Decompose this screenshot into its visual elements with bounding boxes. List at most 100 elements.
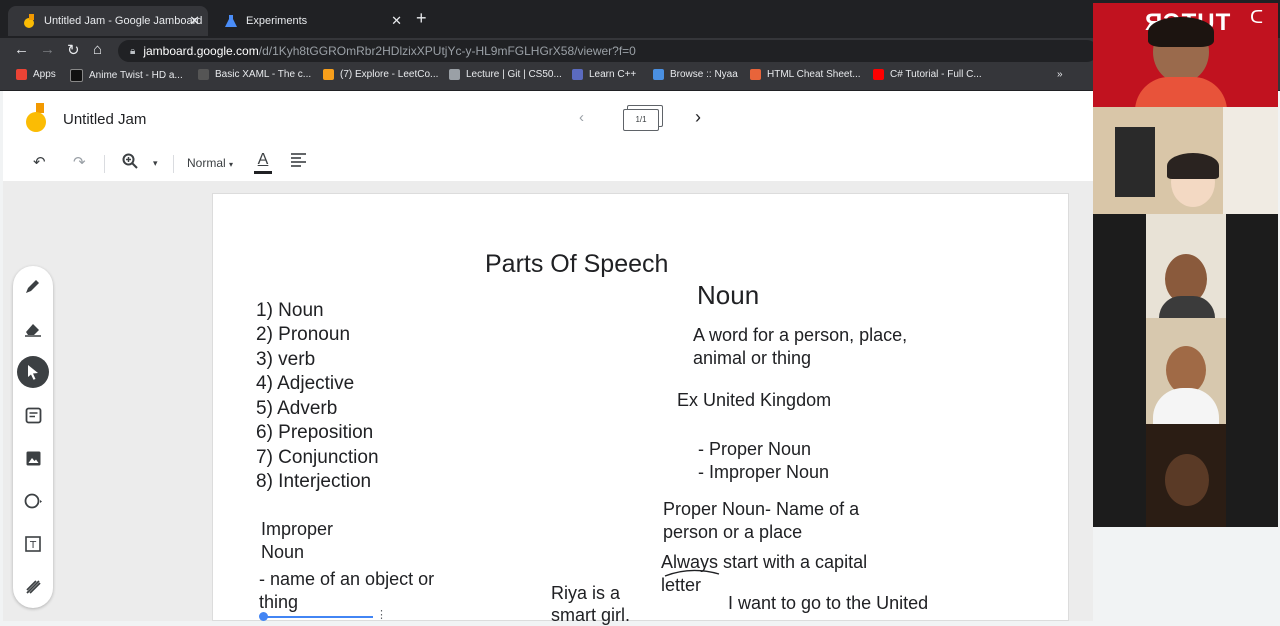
forward-arrow-icon[interactable]: → bbox=[40, 41, 55, 58]
selection-bar[interactable] bbox=[261, 616, 373, 618]
image-tool-icon[interactable] bbox=[21, 446, 45, 470]
board-title[interactable]: Parts Of Speech bbox=[485, 250, 668, 280]
noun-definition-line-2[interactable]: animal or thing bbox=[693, 348, 811, 369]
text-color-button[interactable]: A bbox=[253, 151, 273, 175]
proper-definition-line-2[interactable]: person or a place bbox=[663, 522, 802, 543]
noun-example[interactable]: Ex United Kingdom bbox=[677, 390, 831, 411]
url-host: jamboard.google.com bbox=[143, 44, 259, 58]
jamboard-favicon-icon bbox=[22, 14, 36, 28]
new-tab-button[interactable]: + bbox=[416, 8, 427, 29]
parts-item-adverb[interactable]: 5) Adverb bbox=[256, 398, 337, 420]
home-icon[interactable]: ⌂ bbox=[93, 41, 102, 58]
bookmark-label: HTML Cheat Sheet... bbox=[767, 69, 861, 80]
pen-tool-icon[interactable] bbox=[21, 274, 45, 298]
bookmark-label: Basic XAML - The c... bbox=[215, 69, 312, 80]
align-left-icon[interactable] bbox=[291, 153, 306, 171]
bookmark-apps[interactable]: Apps bbox=[16, 69, 56, 80]
bookmark-anime-twist[interactable]: Anime Twist - HD a... bbox=[70, 69, 183, 82]
noun-type-proper[interactable]: - Proper Noun bbox=[698, 439, 811, 460]
video-tile-participant-4 bbox=[1093, 318, 1278, 424]
improper-definition-line-2[interactable]: thing bbox=[259, 592, 298, 613]
sentence-riya-line-1[interactable]: Riya is a bbox=[551, 583, 620, 604]
bookmark-favicon-icon bbox=[449, 69, 460, 80]
bookmark-label: Learn C++ bbox=[589, 69, 637, 80]
parts-item-conjunction[interactable]: 7) Conjunction bbox=[256, 447, 379, 469]
reload-icon[interactable]: ↻ bbox=[67, 41, 80, 59]
redo-icon[interactable]: ↷ bbox=[73, 153, 86, 171]
bookmark-csharp-tutorial[interactable]: C# Tutorial - Full C... bbox=[873, 69, 982, 80]
bookmark-label: C# Tutorial - Full C... bbox=[890, 69, 982, 80]
bookmark-label: Apps bbox=[33, 69, 56, 80]
parts-item-verb[interactable]: 3) verb bbox=[256, 349, 315, 371]
close-icon[interactable]: ✕ bbox=[391, 13, 402, 29]
toolbar-divider bbox=[104, 155, 105, 173]
text-style-select[interactable]: Normal ▾ bbox=[187, 156, 233, 170]
channel-mark-icon: ᑕ bbox=[1250, 7, 1264, 27]
frame-counter-button[interactable]: 1/1 bbox=[623, 105, 663, 131]
participant-face bbox=[1165, 454, 1209, 506]
bookmark-favicon-icon bbox=[70, 69, 83, 82]
noun-type-improper[interactable]: - Improper Noun bbox=[698, 462, 829, 483]
tab-title: Experiments bbox=[246, 15, 308, 27]
noun-definition-line-1[interactable]: A word for a person, place, bbox=[693, 325, 907, 346]
sentence-united-kingdom[interactable]: I want to go to the United bbox=[728, 593, 928, 614]
parts-item-pronoun[interactable]: 2) Pronoun bbox=[256, 324, 350, 346]
previous-frame-icon[interactable]: ‹ bbox=[579, 109, 584, 126]
more-bookmarks-button[interactable]: » bbox=[1057, 69, 1063, 80]
text-color-icon: A bbox=[257, 151, 269, 168]
close-icon[interactable]: ✕ bbox=[189, 13, 200, 29]
zoom-dropdown-icon[interactable]: ▾ bbox=[153, 158, 158, 169]
parts-item-preposition[interactable]: 6) Preposition bbox=[256, 422, 373, 444]
bookmark-leetcode[interactable]: (7) Explore - LeetCo... bbox=[323, 69, 438, 80]
parts-item-noun[interactable]: 1) Noun bbox=[256, 300, 324, 322]
bookmark-basic-xaml[interactable]: Basic XAML - The c... bbox=[198, 69, 311, 80]
frame-counter: 1/1 bbox=[623, 109, 659, 131]
doc-title[interactable]: Untitled Jam bbox=[63, 111, 146, 128]
jamboard-frame[interactable]: Parts Of Speech 1) Noun 2) Pronoun 3) ve… bbox=[212, 193, 1069, 625]
parts-item-interjection[interactable]: 8) Interjection bbox=[256, 471, 371, 493]
more-options-icon[interactable]: ⋮ bbox=[376, 608, 387, 621]
toolbar-divider bbox=[173, 155, 174, 173]
bookmark-cs50[interactable]: Lecture | Git | CS50... bbox=[449, 69, 562, 80]
text-box-tool-icon[interactable]: T bbox=[21, 532, 45, 556]
next-frame-icon[interactable]: › bbox=[695, 107, 701, 128]
video-tile-participant-2 bbox=[1093, 107, 1278, 214]
bookmark-favicon-icon bbox=[572, 69, 583, 80]
undo-icon[interactable]: ↶ bbox=[33, 153, 46, 171]
selection-handle[interactable] bbox=[259, 612, 268, 621]
bookmark-html-cheat-sheet[interactable]: HTML Cheat Sheet... bbox=[750, 69, 861, 80]
tab-untitled-jam[interactable]: Untitled Jam - Google Jamboard ✕ bbox=[8, 6, 208, 36]
jamboard-logo-icon bbox=[26, 103, 46, 132]
tab-experiments[interactable]: Experiments ✕ bbox=[210, 6, 410, 36]
select-tool-icon[interactable] bbox=[17, 356, 49, 388]
text-color-swatch bbox=[254, 171, 272, 174]
participant-hair bbox=[1167, 153, 1219, 179]
pen-underline-stroke[interactable] bbox=[663, 566, 723, 578]
bookmark-learn-cpp[interactable]: Learn C++ bbox=[572, 69, 636, 80]
svg-text:T: T bbox=[29, 540, 37, 551]
laser-tool-icon[interactable] bbox=[21, 575, 45, 599]
background-wall bbox=[1223, 107, 1278, 214]
circle-shape-tool-icon[interactable] bbox=[21, 489, 45, 513]
sentence-riya-line-2[interactable]: smart girl. bbox=[551, 605, 630, 626]
proper-definition-line-1[interactable]: Proper Noun- Name of a bbox=[663, 499, 859, 520]
capital-rule-line-2[interactable]: letter bbox=[661, 575, 701, 596]
video-tile-presenter: ЯƆTUT ᑕ bbox=[1093, 3, 1278, 107]
video-tile-participant-3 bbox=[1093, 214, 1278, 318]
zoom-icon[interactable] bbox=[122, 153, 138, 173]
noun-heading[interactable]: Noun bbox=[697, 280, 759, 311]
improper-heading-line-2[interactable]: Noun bbox=[261, 542, 304, 563]
url-field[interactable]: 🔒︎ jamboard.google.com /d/1Kyh8tGGROmRbr… bbox=[118, 40, 1098, 62]
youtube-icon bbox=[873, 69, 884, 80]
bookmark-nyaa[interactable]: Browse :: Nyaa bbox=[653, 69, 738, 80]
improper-heading-line-1[interactable]: Improper bbox=[261, 519, 333, 540]
parts-item-adjective[interactable]: 4) Adjective bbox=[256, 373, 354, 395]
flask-icon bbox=[224, 14, 238, 28]
back-arrow-icon[interactable]: ← bbox=[14, 41, 29, 58]
bookmark-label: Lecture | Git | CS50... bbox=[466, 69, 562, 80]
improper-definition-line-1[interactable]: - name of an object or bbox=[259, 569, 434, 590]
text-style-value: Normal bbox=[187, 156, 226, 170]
participant-face bbox=[1166, 346, 1206, 394]
eraser-tool-icon[interactable] bbox=[21, 317, 45, 341]
sticky-note-tool-icon[interactable] bbox=[21, 403, 45, 427]
